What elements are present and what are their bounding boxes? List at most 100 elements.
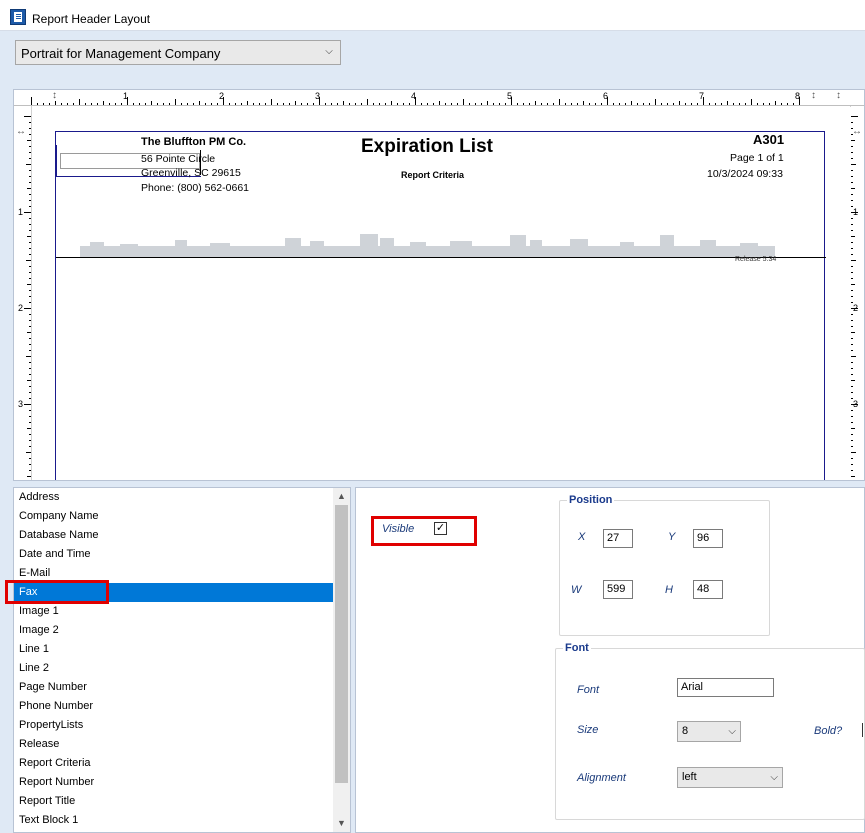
ruler-tick <box>29 230 31 231</box>
ruler-tick <box>421 103 422 105</box>
ruler-tick <box>277 103 278 105</box>
ruler-tick <box>851 290 853 291</box>
w-input[interactable]: 599 <box>603 580 633 599</box>
ruler-tick <box>851 410 853 411</box>
ruler-tick <box>851 272 853 273</box>
list-item[interactable]: Report Title <box>14 792 334 811</box>
list-item[interactable]: Page Number <box>14 678 334 697</box>
list-item[interactable]: Release <box>14 735 334 754</box>
y-label: Y <box>668 531 676 543</box>
alignment-select[interactable]: left ⌵ <box>677 767 783 788</box>
ruler-tick <box>851 188 855 189</box>
ruler-tick <box>851 182 853 183</box>
company-name-field[interactable]: The Bluffton PM Co. <box>141 136 246 148</box>
ruler-tick <box>637 103 638 105</box>
font-input[interactable]: Arial <box>677 678 774 697</box>
x-input[interactable]: 27 <box>603 529 633 548</box>
list-item[interactable]: Report Number <box>14 773 334 792</box>
list-item[interactable]: Image 1 <box>14 602 334 621</box>
ruler-tick <box>29 152 31 153</box>
ruler-tick <box>851 122 853 123</box>
list-scrollbar[interactable]: ▲ ▼ <box>333 488 350 832</box>
ruler-tick <box>367 99 368 105</box>
list-item[interactable]: Company Name <box>14 507 334 526</box>
list-item[interactable]: Image 2 <box>14 621 334 640</box>
ruler-tick <box>253 103 254 105</box>
ruler-tick <box>29 314 31 315</box>
ruler-tick <box>427 103 428 105</box>
ruler-tick <box>29 176 31 177</box>
ruler-side-marker-icon[interactable]: ↔ <box>16 126 26 137</box>
ruler-tick <box>547 103 548 105</box>
ruler-tick <box>457 103 458 105</box>
ruler-tick <box>265 103 266 105</box>
ruler-tick <box>851 458 853 459</box>
header-line[interactable] <box>56 257 826 258</box>
ruler-side-marker-icon[interactable]: ↔ <box>852 126 862 137</box>
date-time-field[interactable]: 10/3/2024 09:33 <box>707 168 783 180</box>
h-input[interactable]: 48 <box>693 580 723 599</box>
ruler-tick <box>851 158 853 159</box>
list-item[interactable]: Address <box>14 488 334 507</box>
ruler-tick <box>337 103 338 105</box>
scroll-down-icon[interactable]: ▼ <box>333 815 350 832</box>
ruler-number: 5 <box>507 91 513 101</box>
ruler-tick <box>469 103 470 105</box>
list-item[interactable]: Database Name <box>14 526 334 545</box>
ruler-tick <box>775 101 776 105</box>
report-number-field[interactable]: A301 <box>753 132 784 147</box>
address-line1-field[interactable]: 56 Pointe Circle <box>141 153 215 165</box>
ruler-tick <box>851 416 853 417</box>
size-select[interactable]: 8 ⌵ <box>677 721 741 742</box>
ruler-tick <box>115 103 116 105</box>
ruler-tick <box>27 428 31 429</box>
release-field[interactable]: Release 5.34 <box>735 256 776 263</box>
y-input[interactable]: 96 <box>693 529 723 548</box>
ruler-marker-icon[interactable]: ↕ <box>836 90 841 101</box>
address-line2-field[interactable]: Greenville, SC 29615 <box>141 167 241 179</box>
page-number-field[interactable]: Page 1 of 1 <box>730 152 784 164</box>
report-title-field[interactable]: Expiration List <box>361 136 493 158</box>
scroll-thumb[interactable] <box>335 505 348 783</box>
ruler-tick <box>851 476 855 477</box>
list-item[interactable]: Line 1 <box>14 640 334 659</box>
layout-select[interactable]: Portrait for Management Company ⌵ <box>15 40 341 65</box>
ruler-tick <box>673 103 674 105</box>
ruler-tick <box>595 103 596 105</box>
ruler-tick <box>29 374 31 375</box>
ruler-tick <box>283 103 284 105</box>
ruler-tick <box>851 464 853 465</box>
ruler-tick <box>145 103 146 105</box>
list-item[interactable]: Text Block 1 <box>14 811 334 830</box>
ruler-tick <box>361 103 362 105</box>
ruler-tick <box>535 101 536 105</box>
ruler-tick <box>851 140 855 141</box>
report-criteria-field[interactable]: Report Criteria <box>401 170 464 180</box>
ruler-tick <box>851 380 855 381</box>
ruler-number: 3 <box>315 91 321 101</box>
ruler-tick <box>757 103 758 105</box>
phone-number-field[interactable]: Phone: (800) 562-0661 <box>141 182 249 194</box>
ruler-marker-icon[interactable]: ↕ <box>811 90 816 101</box>
list-item[interactable]: PropertyLists <box>14 716 334 735</box>
ruler-tick <box>169 103 170 105</box>
ruler-tick <box>851 194 853 195</box>
scroll-up-icon[interactable]: ▲ <box>333 488 350 505</box>
list-item[interactable]: Line 2 <box>14 659 334 678</box>
ruler-tick <box>29 248 31 249</box>
list-item[interactable]: Report Criteria <box>14 754 334 773</box>
ruler-tick <box>355 103 356 105</box>
ruler-tick <box>193 103 194 105</box>
element-list[interactable]: Address Company Name Database Name Date and… <box>13 487 351 833</box>
list-item[interactable]: Date and Time <box>14 545 334 564</box>
ruler-tick <box>769 103 770 105</box>
ruler-tick <box>851 278 853 279</box>
ruler-tick <box>27 284 31 285</box>
visible-checkbox[interactable]: ✓ <box>434 522 447 535</box>
ruler-tick <box>851 266 853 267</box>
ruler-tick <box>851 146 853 147</box>
list-item[interactable]: Phone Number <box>14 697 334 716</box>
ruler-tick <box>24 404 31 405</box>
skyline-image[interactable] <box>80 232 775 258</box>
ruler-marker-icon[interactable]: ↕ <box>52 90 57 101</box>
